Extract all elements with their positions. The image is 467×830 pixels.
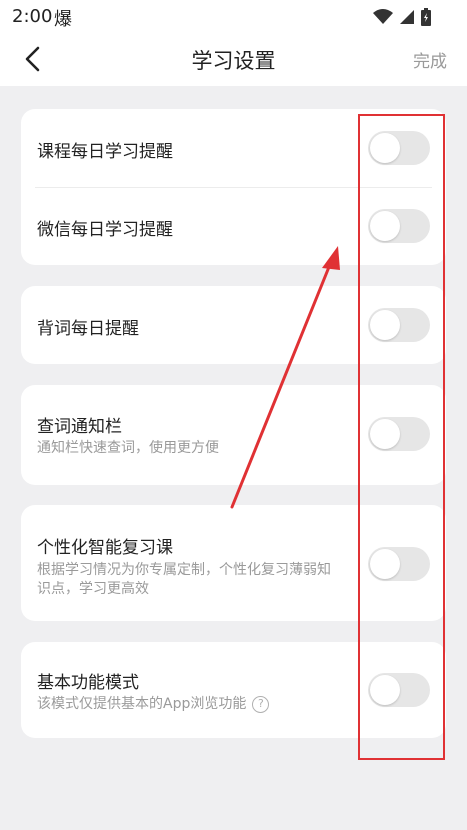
lookup-bar-description: 通知栏快速查词，使用更方便 xyxy=(37,440,219,456)
wifi-icon xyxy=(373,9,393,24)
personalized-review-title: 个性化智能复习课 xyxy=(37,538,173,558)
personalized-review-description: 根据学习情况为你专属定制，个性化复习薄弱知识点，学习更高效 xyxy=(37,562,331,597)
course-reminder-title: 课程每日学习提醒 xyxy=(37,142,173,162)
highlight-box xyxy=(358,114,445,760)
page-title: 学习设置 xyxy=(191,49,276,73)
signal-icon xyxy=(400,10,414,24)
status-bar: 2:00 爆 xyxy=(0,0,467,34)
basic-mode-description-wrap: 该模式仅提供基本的App浏览功能? xyxy=(37,695,337,714)
status-icons xyxy=(373,8,431,26)
battery-icon xyxy=(421,8,431,26)
status-notification: 爆 xyxy=(54,9,72,30)
question-circle-icon[interactable]: ? xyxy=(252,695,270,713)
wechat-reminder-title: 微信每日学习提醒 xyxy=(37,220,173,240)
vocab-reminder-title: 背词每日提醒 xyxy=(37,319,139,339)
status-time: 2:00 xyxy=(12,6,53,27)
basic-mode-description: 该模式仅提供基本的App浏览功能 xyxy=(37,696,247,712)
done-button[interactable]: 完成 xyxy=(413,47,447,72)
navigation-bar: 学习设置 完成 xyxy=(0,34,467,86)
lookup-bar-title: 查词通知栏 xyxy=(37,417,122,437)
basic-mode-title: 基本功能模式 xyxy=(37,673,139,693)
